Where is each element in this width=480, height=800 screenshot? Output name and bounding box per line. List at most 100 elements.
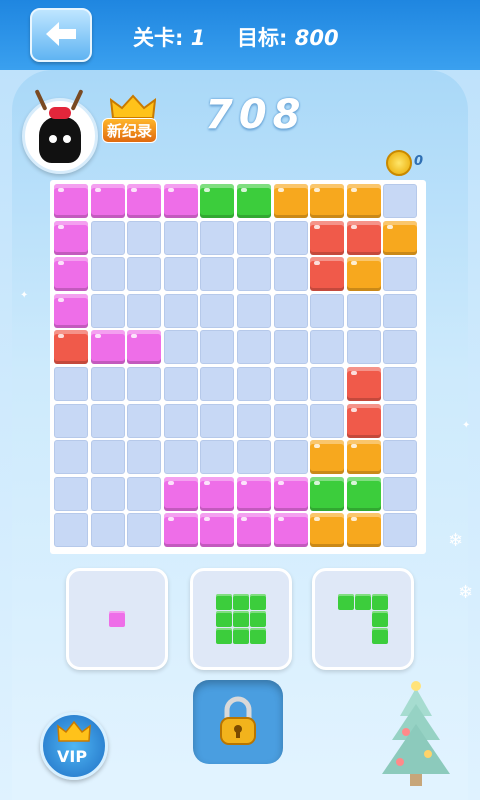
board-block: [346, 257, 381, 292]
target-value: 800: [294, 26, 339, 50]
board-cell-empty: [163, 440, 198, 475]
board-cell-empty: [383, 476, 418, 511]
eye-right: [63, 135, 71, 143]
board-block: [273, 476, 308, 511]
board-block: [237, 184, 271, 218]
board-block: [200, 513, 235, 548]
board-cell-empty: [273, 257, 308, 292]
board-cell-empty: [383, 513, 418, 548]
board-block: [273, 184, 308, 218]
board-block: [90, 184, 125, 218]
lock-button[interactable]: [193, 680, 283, 764]
board-block: [346, 220, 381, 255]
back-arrow-icon: [46, 22, 76, 46]
board-cell-empty: [127, 476, 162, 511]
board-cell-empty: [273, 440, 308, 475]
board-cell-empty: [273, 293, 308, 328]
board-block: [54, 293, 88, 328]
player-avatar[interactable]: [22, 89, 98, 174]
level-label: 关卡:: [133, 26, 184, 50]
board-block: [237, 513, 271, 548]
piece-slot-2[interactable]: [190, 568, 292, 670]
board-cell-empty: [200, 440, 235, 475]
board-cell-empty: [273, 330, 308, 365]
board-cell-empty: [383, 184, 418, 218]
board-cell-empty: [237, 257, 271, 292]
piece-hook-block: [337, 593, 354, 610]
piece-square3-block: [215, 593, 232, 610]
board-block: [346, 403, 381, 438]
board-cell-empty: [127, 367, 162, 401]
board-block: [310, 513, 345, 548]
reindeer-face-icon: [39, 117, 81, 163]
board-cell-empty: [90, 293, 125, 328]
level-indicator: 关卡: 1: [133, 22, 205, 52]
piece-single-block: [108, 610, 125, 627]
piece-slot-1[interactable]: [66, 568, 168, 670]
board-cell-empty: [90, 403, 125, 438]
board-cell-empty: [273, 220, 308, 255]
board-block: [346, 367, 381, 401]
board-block: [127, 184, 162, 218]
board-cell-empty: [54, 403, 88, 438]
board-block: [127, 330, 162, 365]
board-cell-empty: [237, 220, 271, 255]
game-board[interactable]: [50, 180, 426, 554]
board-cell-empty: [54, 440, 88, 475]
board-cell-empty: [200, 220, 235, 255]
snowflake-icon: ✦: [462, 420, 471, 431]
board-block: [383, 220, 418, 255]
board-block: [54, 220, 88, 255]
board-cell-empty: [200, 257, 235, 292]
coin-icon: [386, 150, 412, 176]
board-cell-empty: [200, 330, 235, 365]
board-cell-empty: [90, 440, 125, 475]
board-cell-empty: [54, 513, 88, 548]
board-cell-empty: [346, 293, 381, 328]
board-cell-empty: [90, 220, 125, 255]
board-cell-empty: [163, 220, 198, 255]
board-block: [200, 476, 235, 511]
board-cell-empty: [273, 367, 308, 401]
back-button[interactable]: [30, 8, 92, 62]
piece-square3-block: [232, 593, 249, 610]
board-cell-empty: [90, 367, 125, 401]
target-label: 目标:: [237, 26, 288, 50]
board-cell-empty: [237, 367, 271, 401]
eye-left: [49, 135, 57, 143]
board-block: [310, 440, 345, 475]
board-block: [310, 220, 345, 255]
vip-button[interactable]: VIP: [40, 712, 108, 780]
board-cell-empty: [383, 367, 418, 401]
piece-square3-block: [232, 627, 249, 644]
board-cell-empty: [237, 403, 271, 438]
board-cell-empty: [163, 293, 198, 328]
bow-icon: [49, 107, 71, 119]
board-block: [90, 330, 125, 365]
coin-count: 0: [414, 154, 424, 169]
target-indicator: 目标: 800: [237, 22, 339, 52]
board-cell-empty: [54, 367, 88, 401]
board-block: [54, 330, 88, 365]
board-cell-empty: [237, 293, 271, 328]
board-cell-empty: [54, 476, 88, 511]
board-block: [54, 257, 88, 292]
board-block: [346, 440, 381, 475]
board-cell-empty: [383, 330, 418, 365]
piece-square3-block: [249, 627, 266, 644]
snowflake-icon: ✦: [20, 290, 29, 301]
piece-square3-block: [249, 610, 266, 627]
piece-square3-block: [249, 593, 266, 610]
board-cell-empty: [90, 513, 125, 548]
board-cell-empty: [127, 440, 162, 475]
board-block: [273, 513, 308, 548]
board-block: [237, 476, 271, 511]
crown-icon: [110, 94, 156, 119]
board-block: [310, 184, 345, 218]
board-cell-empty: [163, 257, 198, 292]
board-cell-empty: [310, 330, 345, 365]
board-cell-empty: [273, 403, 308, 438]
board-block: [346, 184, 381, 218]
board-cell-empty: [127, 513, 162, 548]
piece-slot-3[interactable]: [312, 568, 414, 670]
